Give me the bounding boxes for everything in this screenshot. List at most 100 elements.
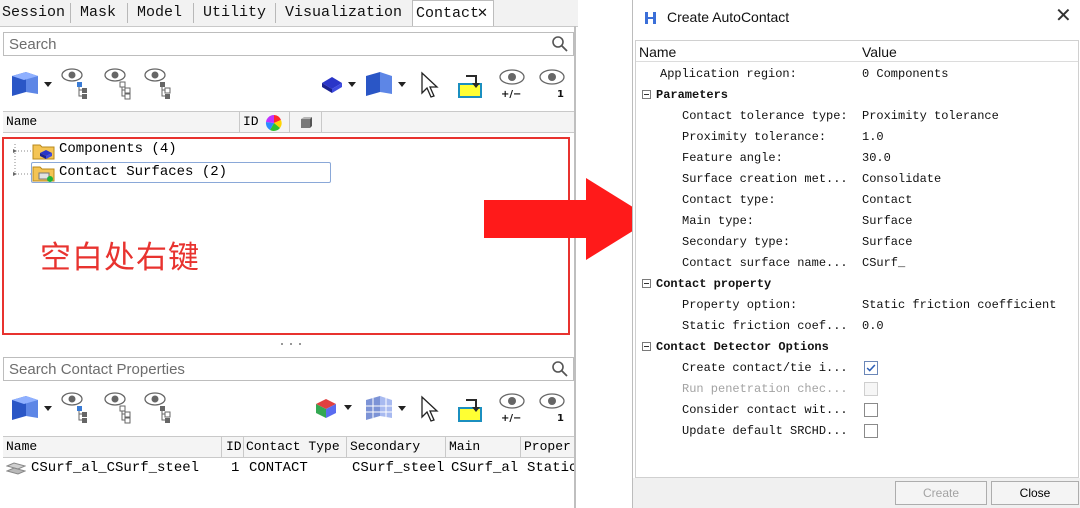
- dialog-title-bar[interactable]: Create AutoContact ✕: [633, 0, 1080, 36]
- section-contact-property[interactable]: Contact property: [636, 274, 1078, 295]
- prop-row-contact-tolerance-type[interactable]: Contact tolerance type: Proximity tolera…: [636, 106, 1078, 127]
- column-secondary-header[interactable]: Secondary: [350, 439, 420, 454]
- prop-row-application-region[interactable]: Application region: 0 Components: [636, 64, 1078, 85]
- collapse-toggle-icon[interactable]: [642, 90, 651, 99]
- show-tree-eye-icon[interactable]: [60, 66, 92, 100]
- prop-row-proximity-tolerance[interactable]: Proximity tolerance: 1.0: [636, 127, 1078, 148]
- search-contact-properties-input[interactable]: Search Contact Properties: [3, 357, 574, 381]
- consider-contact-checkbox[interactable]: [864, 403, 878, 417]
- prop-row-contact-surface-name[interactable]: Contact surface name... CSurf_: [636, 253, 1078, 274]
- tree-item-components[interactable]: Components (4): [59, 141, 177, 157]
- expand-components-arrow-icon[interactable]: [7, 142, 27, 162]
- tab-close-icon[interactable]: ✕: [477, 1, 488, 27]
- contact-type-cell: CONTACT: [249, 460, 308, 476]
- prop-value[interactable]: 0.0: [862, 319, 884, 333]
- prop-value[interactable]: Contact: [862, 193, 912, 207]
- collapse-toggle-icon[interactable]: [642, 342, 651, 351]
- tree-item-contact-surfaces[interactable]: Contact Surfaces (2): [59, 164, 227, 180]
- column-divider[interactable]: [221, 437, 222, 457]
- prop-value[interactable]: Consolidate: [862, 172, 941, 186]
- cube-face-dropdown-icon[interactable]: [8, 68, 56, 100]
- show-hide-toggle-eye-icon[interactable]: +/−: [496, 66, 528, 100]
- create-button[interactable]: Create: [895, 481, 987, 505]
- prop-value[interactable]: 1.0: [862, 130, 884, 144]
- column-property-header[interactable]: Proper: [524, 439, 571, 454]
- prop-value[interactable]: Surface: [862, 235, 912, 249]
- search-properties-placeholder: Search Contact Properties: [9, 361, 185, 378]
- update-default-srchd-checkbox[interactable]: [864, 424, 878, 438]
- prop-row-main-type[interactable]: Main type: Surface: [636, 211, 1078, 232]
- isolate-tree-eye-icon[interactable]: [143, 66, 175, 100]
- column-contact-type-header[interactable]: Contact Type: [246, 439, 340, 454]
- menu-visualization[interactable]: Visualization: [285, 0, 402, 26]
- close-button[interactable]: Close: [991, 481, 1079, 505]
- prop-name: Surface creation met...: [682, 172, 848, 186]
- select-pointer-icon[interactable]: [418, 71, 440, 99]
- menu-utility[interactable]: Utility: [203, 0, 266, 26]
- show-only-eye-icon[interactable]: 1: [538, 390, 568, 424]
- table-row[interactable]: CSurf_al_CSurf_steel 1 CONTACT CSurf_ste…: [3, 458, 574, 480]
- column-id-header[interactable]: ID: [226, 439, 242, 454]
- face-display-dropdown-icon[interactable]: [362, 68, 410, 100]
- load-to-selection-icon[interactable]: [456, 394, 486, 424]
- color-by-property-dropdown-icon[interactable]: [314, 392, 360, 424]
- show-hide-toggle-eye-icon[interactable]: +/−: [496, 390, 528, 424]
- hide-tree-eye-icon[interactable]: [103, 66, 135, 100]
- menu-bar: Session Mask Model Utility Visualization…: [0, 0, 578, 27]
- dialog-close-icon[interactable]: ✕: [1055, 6, 1072, 26]
- prop-row-contact-type[interactable]: Contact type: Contact: [636, 190, 1078, 211]
- color-wheel-icon[interactable]: [265, 114, 283, 132]
- column-divider[interactable]: [289, 112, 290, 132]
- prop-row-static-friction[interactable]: Static friction coef... 0.0: [636, 316, 1078, 337]
- select-pointer-icon[interactable]: [418, 395, 440, 423]
- prop-value[interactable]: Static friction coefficient: [862, 298, 1056, 312]
- prop-value[interactable]: Surface: [862, 214, 912, 228]
- column-divider[interactable]: [445, 437, 446, 457]
- column-divider[interactable]: [243, 437, 244, 457]
- column-divider[interactable]: [321, 112, 322, 132]
- prop-value[interactable]: 0 Components: [862, 67, 948, 81]
- menu-session[interactable]: Session: [2, 0, 65, 26]
- contact-interface-icon: [6, 462, 26, 475]
- prop-value[interactable]: 30.0: [862, 151, 891, 165]
- solid-display-dropdown-icon[interactable]: [318, 70, 358, 98]
- panel-splitter-handle[interactable]: [0, 338, 578, 350]
- prop-row-feature-angle[interactable]: Feature angle: 30.0: [636, 148, 1078, 169]
- column-main-header[interactable]: Main: [449, 439, 480, 454]
- contact-main-cell: CSurf_al: [451, 460, 519, 476]
- column-divider[interactable]: [520, 437, 521, 457]
- create-contact-tie-checkbox[interactable]: [864, 361, 878, 375]
- column-name-header[interactable]: Name: [6, 114, 37, 129]
- prop-row-secondary-type[interactable]: Secondary type: Surface: [636, 232, 1078, 253]
- prop-row-consider-contact[interactable]: Consider contact wit...: [636, 400, 1078, 421]
- cube-face-dropdown-icon[interactable]: [8, 392, 56, 424]
- search-input[interactable]: Search: [3, 32, 574, 56]
- hide-tree-eye-icon[interactable]: [103, 390, 135, 424]
- section-parameters[interactable]: Parameters: [636, 85, 1078, 106]
- menu-mask[interactable]: Mask: [80, 0, 116, 26]
- components-folder-icon: [32, 144, 55, 160]
- show-tree-eye-icon[interactable]: [60, 390, 92, 424]
- prop-value[interactable]: Proximity tolerance: [862, 109, 999, 123]
- column-id-header[interactable]: ID: [243, 114, 259, 129]
- section-contact-detector-options[interactable]: Contact Detector Options: [636, 337, 1078, 358]
- menu-model[interactable]: Model: [137, 0, 182, 26]
- solid-box-icon[interactable]: [299, 116, 313, 130]
- dialog-title: Create AutoContact: [667, 9, 790, 25]
- prop-row-surface-creation-method[interactable]: Surface creation met... Consolidate: [636, 169, 1078, 190]
- column-divider[interactable]: [239, 112, 240, 132]
- prop-row-update-default-srchd[interactable]: Update default SRCHD...: [636, 421, 1078, 442]
- search-icon: [552, 361, 568, 377]
- prop-value[interactable]: CSurf_: [862, 256, 905, 270]
- prop-row-create-contact-tie[interactable]: Create contact/tie i...: [636, 358, 1078, 379]
- column-name-header[interactable]: Name: [6, 439, 37, 454]
- show-only-eye-icon[interactable]: 1: [538, 66, 568, 100]
- tab-contact[interactable]: Contact ✕: [412, 0, 494, 26]
- prop-row-property-option[interactable]: Property option: Static friction coeffic…: [636, 295, 1078, 316]
- load-to-selection-icon[interactable]: [456, 70, 486, 100]
- column-divider[interactable]: [346, 437, 347, 457]
- mesh-display-dropdown-icon[interactable]: [362, 392, 410, 424]
- isolate-tree-eye-icon[interactable]: [143, 390, 175, 424]
- expand-contact-surfaces-arrow-icon[interactable]: [7, 165, 27, 185]
- collapse-toggle-icon[interactable]: [642, 279, 651, 288]
